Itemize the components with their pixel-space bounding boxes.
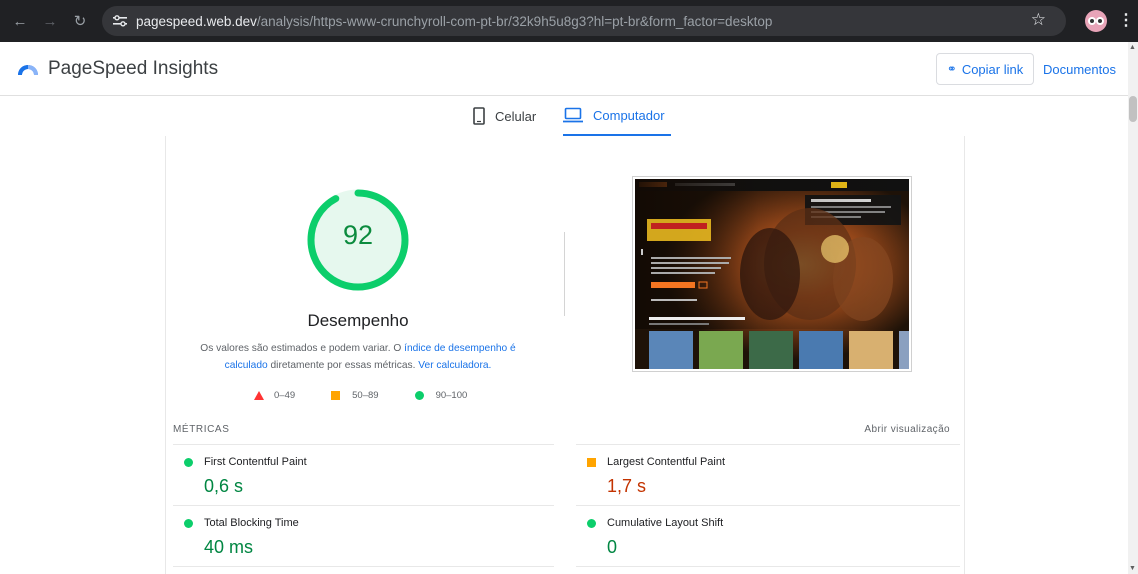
metric-name: Largest Contentful Paint (607, 456, 726, 468)
back-icon[interactable]: ← (6, 7, 34, 35)
good-circle-icon (587, 519, 596, 528)
pagespeed-logo-icon (18, 64, 38, 75)
metric-fcp: First Contentful Paint 0,6 s (166, 444, 536, 504)
browser-menu-icon[interactable]: ⋮ (1118, 10, 1134, 32)
device-tabs: Celular Computador (0, 96, 1128, 136)
average-square-icon (587, 458, 596, 467)
tab-desktop[interactable]: Computador (563, 96, 671, 136)
legend-poor-range: 0–49 (274, 390, 296, 401)
screenshot-image (635, 179, 909, 369)
tab-desktop-label: Computador (593, 107, 665, 123)
desc-text-1: Os valores são estimados e podem variar.… (200, 343, 405, 354)
reload-icon[interactable]: ↻ (66, 7, 94, 35)
tab-mobile-label: Celular (495, 108, 537, 124)
average-square-icon (331, 391, 341, 400)
address-bar[interactable]: pagespeed.web.dev/analysis/https-www-cru… (102, 6, 1066, 36)
app-header: PageSpeed Insights ⚭ Copiar link Documen… (0, 42, 1128, 96)
report-panel: 92 Desempenho Os valores são estimados e… (165, 136, 965, 574)
legend-average-range: 50–89 (352, 390, 379, 401)
screenshot-drawing (635, 179, 909, 369)
site-settings-icon[interactable] (106, 6, 134, 36)
good-circle-icon (414, 391, 424, 400)
good-circle-icon (184, 458, 193, 467)
metric-name: Cumulative Layout Shift (607, 517, 724, 529)
scroll-down-icon[interactable]: ▼ (1129, 565, 1136, 572)
good-circle-icon (184, 519, 193, 528)
docs-link[interactable]: Documentos (1043, 62, 1116, 77)
smartphone-icon (473, 107, 485, 125)
metric-value: 40 ms (204, 537, 254, 557)
metric-name: Total Blocking Time (204, 517, 299, 529)
link-icon: ⚭ (946, 62, 957, 76)
laptop-icon (563, 107, 583, 123)
divider (564, 232, 565, 316)
metrics-divider-left-3 (173, 566, 554, 567)
tab-mobile[interactable]: Celular (473, 96, 536, 136)
browser-toolbar: ← → ↻ pagespeed.web.dev/analysis/https-w… (0, 0, 1138, 42)
metric-lcp: Largest Contentful Paint 1,7 s (569, 444, 939, 504)
poor-triangle-icon (254, 391, 264, 400)
scroll-up-icon[interactable]: ▲ (1129, 44, 1136, 51)
copy-link-label: Copiar link (961, 61, 1024, 77)
metric-name: First Contentful Paint (204, 456, 307, 468)
open-view-toggle[interactable]: Abrir visualização (864, 424, 950, 435)
score-legend: 0–49 50–89 90–100 (254, 390, 467, 401)
app-title: PageSpeed Insights (48, 57, 219, 79)
scrollbar[interactable]: ▲ ▼ (1128, 42, 1138, 574)
metric-cls: Cumulative Layout Shift 0 (569, 505, 939, 565)
bookmark-star-icon[interactable]: ☆ (1031, 10, 1046, 30)
metrics-divider-right-3 (576, 566, 960, 567)
profile-avatar-icon[interactable] (1085, 10, 1107, 32)
copy-link-button[interactable]: ⚭ Copiar link (936, 53, 1034, 85)
score-description: Os valores são estimados e podem variar.… (196, 340, 520, 374)
metric-value: 0 (607, 537, 618, 557)
metrics-heading: MÉTRICAS (173, 424, 230, 435)
scroll-thumb[interactable] (1129, 96, 1137, 122)
desc-text-2: diretamente por essas métricas. (267, 360, 419, 371)
calculator-link[interactable]: Ver calculadora. (418, 360, 491, 371)
metric-tbt: Total Blocking Time 40 ms (166, 505, 536, 565)
metric-value: 0,6 s (204, 476, 244, 496)
metric-value: 1,7 s (607, 476, 647, 496)
legend-good-range: 90–100 (435, 390, 468, 401)
page-screenshot[interactable] (632, 176, 912, 372)
category-title: Desempenho (307, 311, 409, 330)
performance-score: 92 (342, 220, 374, 250)
url-text: pagespeed.web.dev/analysis/https-www-cru… (136, 13, 773, 29)
forward-icon[interactable]: → (36, 7, 64, 35)
